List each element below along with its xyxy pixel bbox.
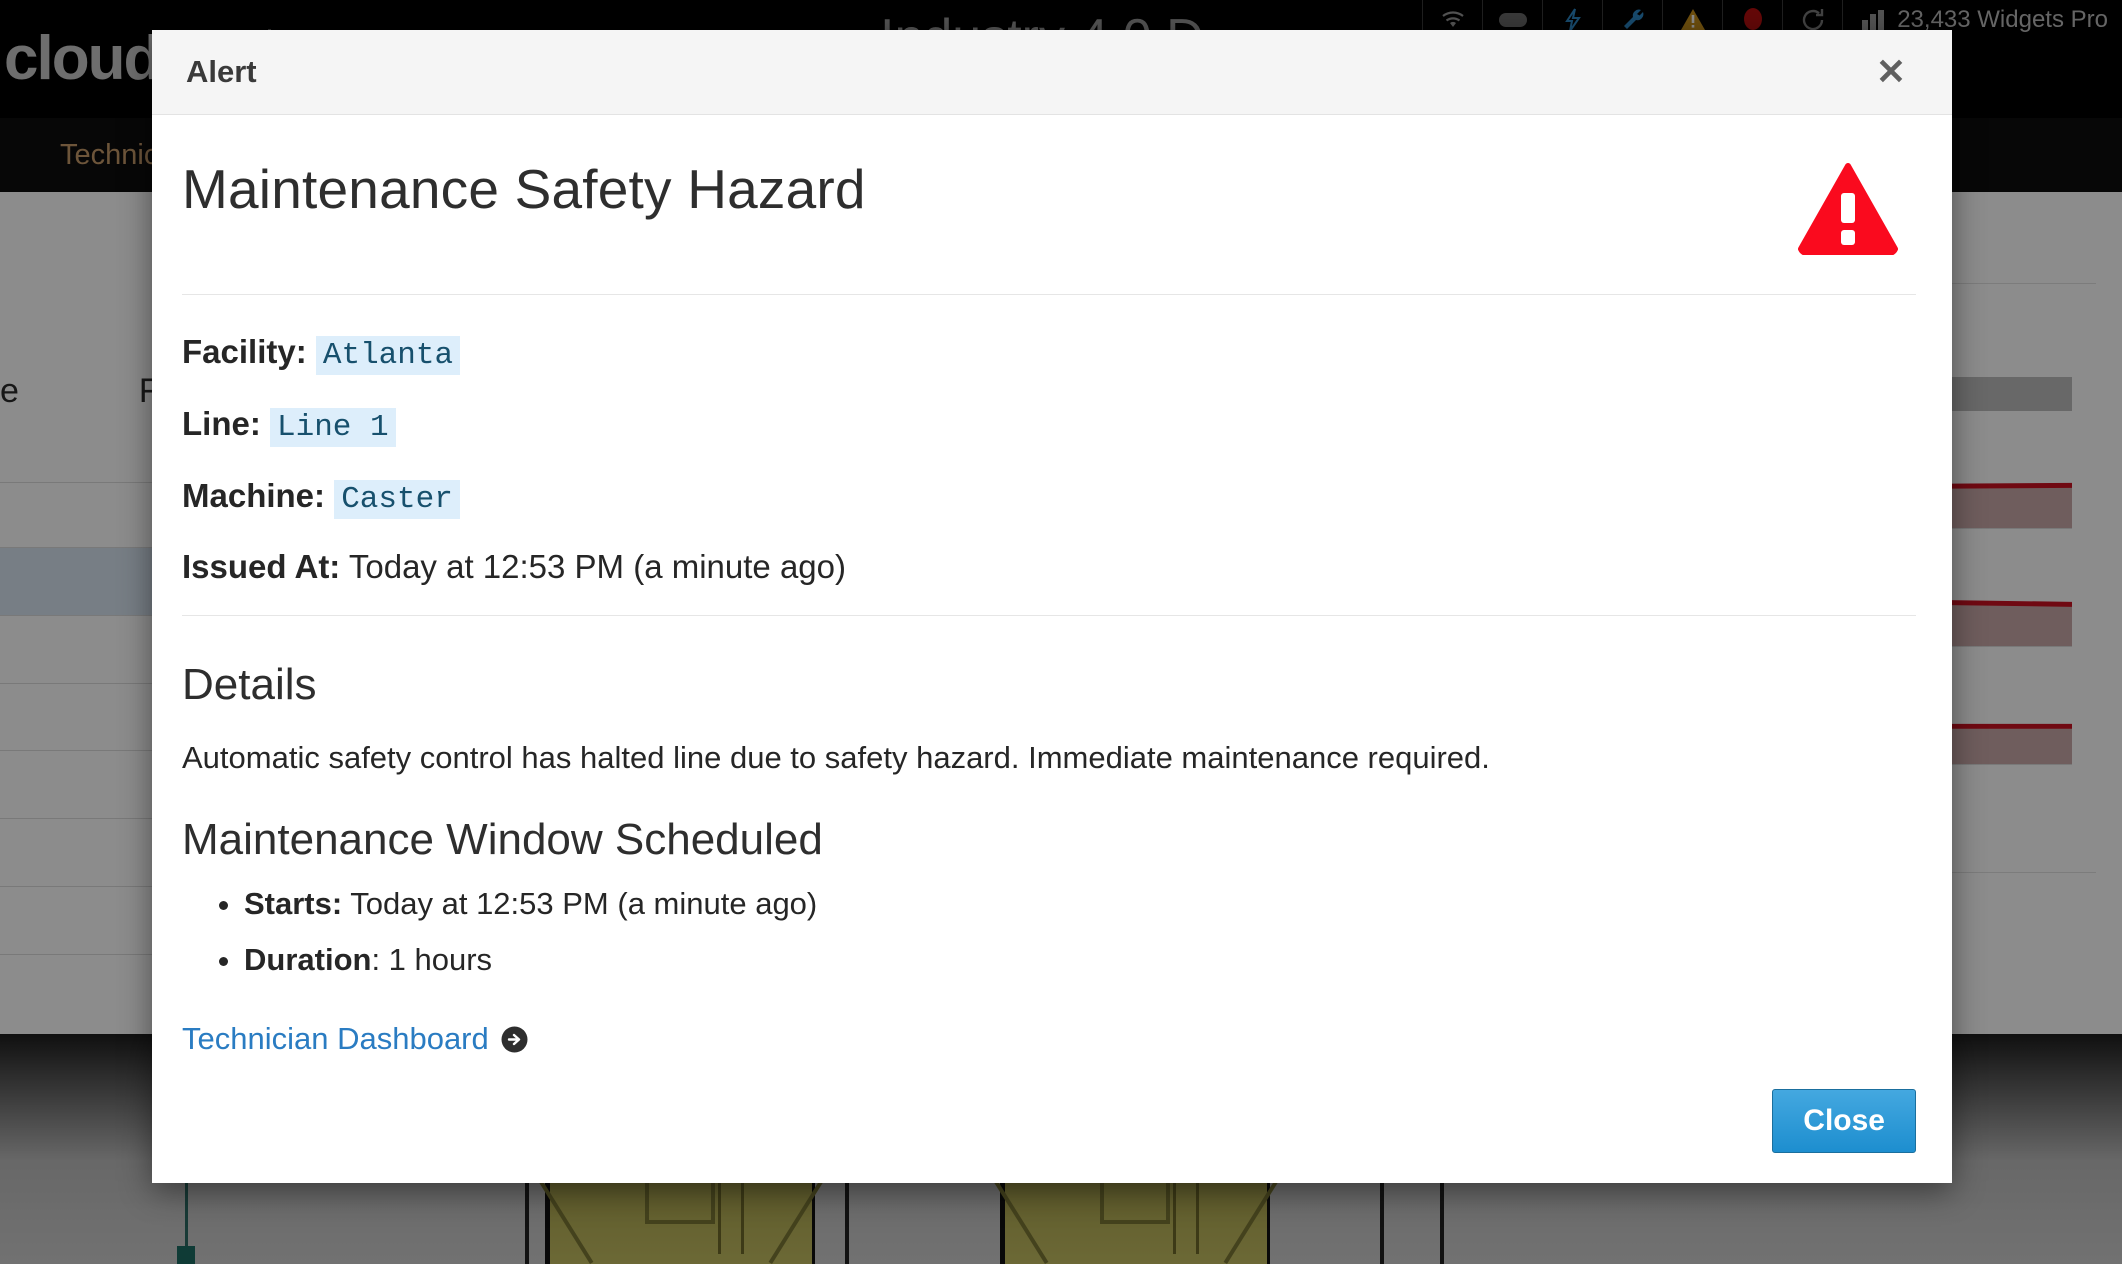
window-duration-label: Duration: [244, 941, 372, 977]
meta-facility: Facility: Atlanta: [182, 331, 1916, 376]
modal-footer: Close: [152, 1089, 1952, 1183]
arrow-right-circle-icon: [501, 1025, 528, 1053]
meta-line-label: Line:: [182, 404, 261, 442]
list-item: Starts: Today at 12:53 PM (a minute ago): [244, 883, 1916, 925]
meta-facility-value: Atlanta: [315, 336, 461, 375]
list-item: Duration: 1 hours: [244, 939, 1916, 981]
meta-issued-at-value: Today at 12:53 PM (a minute ago): [348, 548, 846, 586]
details-heading: Details: [182, 659, 317, 709]
technician-dashboard-link-label: Technician Dashboard: [182, 1020, 489, 1056]
divider: [182, 614, 1916, 616]
meta-issued-at-label: Issued At:: [182, 548, 341, 586]
page-title: Maintenance Safety Hazard: [182, 158, 866, 220]
modal-body: Maintenance Safety Hazard Facility: Atla…: [152, 115, 1952, 1089]
alert-modal: Alert ✕ Maintenance Safety Hazard Facili…: [152, 30, 1952, 1183]
close-button[interactable]: Close: [1772, 1089, 1916, 1153]
meta-line: Line: Line 1: [182, 403, 1916, 448]
close-icon[interactable]: ✕: [1866, 48, 1916, 96]
window-duration-value: : 1 hours: [371, 941, 493, 977]
window-starts-label: Starts:: [244, 885, 343, 921]
details-text: Automatic safety control has halted line…: [182, 739, 1490, 775]
meta-line-value: Line 1: [270, 407, 396, 447]
modal-title: Alert: [186, 54, 257, 89]
maintenance-window-heading: Maintenance Window Scheduled: [182, 814, 823, 864]
divider: [182, 294, 1916, 295]
modal-header: Alert ✕: [152, 30, 1952, 115]
meta-issued-at: Issued At: Today at 12:53 PM (a minute a…: [182, 546, 1916, 587]
meta-facility-label: Facility:: [182, 333, 307, 370]
warning-triangle-icon: [1798, 163, 1898, 260]
alert-title-row: Maintenance Safety Hazard: [182, 155, 1916, 260]
technician-dashboard-link[interactable]: Technician Dashboard: [182, 1021, 528, 1057]
meta-machine-label: Machine:: [182, 476, 326, 514]
meta-machine: Machine: Caster: [182, 475, 1916, 520]
window-starts-value: Today at 12:53 PM (a minute ago): [350, 885, 818, 921]
meta-machine-value: Caster: [334, 479, 460, 519]
alert-meta-list: Facility: Atlanta Line: Line 1 Machine: …: [182, 331, 1916, 588]
maintenance-window-list: Starts: Today at 12:53 PM (a minute ago)…: [182, 883, 1916, 981]
